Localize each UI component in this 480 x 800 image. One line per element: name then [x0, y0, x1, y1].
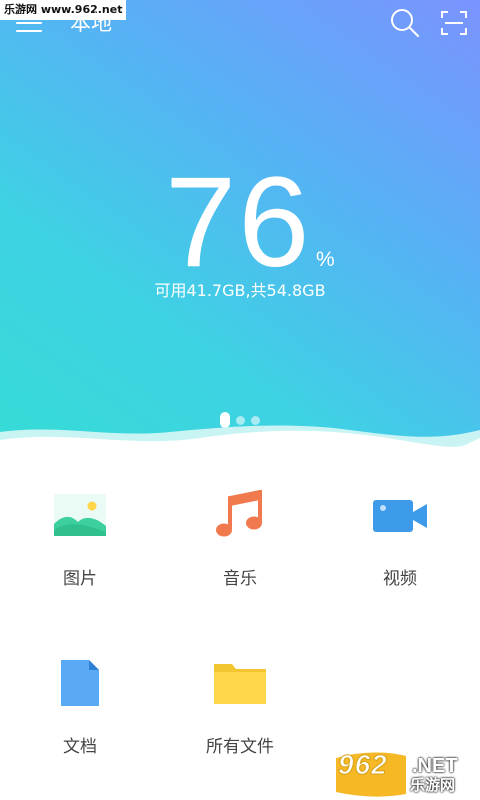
folder-icon [214, 664, 266, 704]
category-video[interactable]: 视频 [320, 458, 480, 618]
category-label: 视频 [383, 569, 417, 589]
storage-summary: 可用41.7GB,共54.8GB [154, 281, 326, 300]
watermark-logo-cn: 乐游网 [410, 776, 456, 794]
category-label: 文档 [63, 737, 97, 757]
page-title: 本地 [70, 11, 112, 35]
wave-divider [0, 425, 480, 458]
watermark-logo: 962 .NET 乐游网 [332, 749, 476, 798]
image-icon [54, 494, 106, 536]
category-images[interactable]: 图片 [0, 458, 160, 618]
storage-percent: 76 [165, 151, 312, 294]
category-documents[interactable]: 文档 [0, 628, 160, 788]
document-icon [61, 660, 99, 706]
watermark-logo-digits: 962 [338, 749, 388, 780]
storage-header: 乐游网 www.962.net 本地 76 % 可用41.7GB,共54.8GB [0, 0, 480, 448]
music-note-icon [216, 490, 262, 537]
category-music[interactable]: 音乐 [160, 458, 320, 618]
category-label: 音乐 [223, 569, 257, 589]
scan-button[interactable] [436, 6, 472, 40]
category-grid: 图片 音乐 视频 文档 所有文件 [0, 458, 480, 800]
category-all-files[interactable]: 所有文件 [160, 628, 320, 788]
video-camera-icon [373, 500, 427, 532]
scan-frame-icon [441, 11, 467, 35]
menu-button[interactable] [14, 10, 46, 36]
watermark-logo-net: .NET [412, 755, 458, 777]
search-button[interactable] [388, 6, 422, 40]
search-icon [391, 9, 419, 37]
category-label: 图片 [63, 569, 97, 589]
percent-sign: % [316, 248, 335, 271]
category-label: 所有文件 [206, 737, 274, 757]
